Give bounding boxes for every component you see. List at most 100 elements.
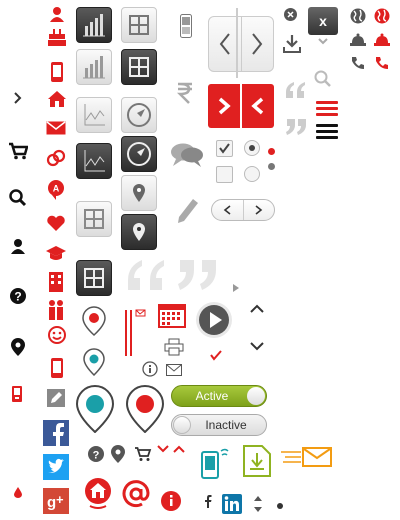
line-chart-button[interactable]	[76, 143, 112, 179]
mobile-icon[interactable]	[51, 62, 63, 82]
chevron-right-icon[interactable]	[208, 84, 242, 128]
mail-fast-icon[interactable]	[281, 446, 333, 468]
facebook-icon[interactable]	[43, 420, 69, 446]
svg-text:g: g	[47, 494, 56, 511]
bar-chart-button[interactable]	[76, 7, 112, 43]
chat-icon[interactable]	[170, 142, 204, 168]
globe-icon[interactable]	[350, 8, 366, 24]
radio-unchecked[interactable]	[244, 166, 260, 182]
map-pin-icon[interactable]	[11, 338, 25, 356]
help-icon[interactable]: ?	[10, 288, 26, 304]
globe-icon[interactable]	[374, 8, 390, 24]
download-icon[interactable]	[283, 34, 301, 54]
heart-icon[interactable]	[46, 214, 66, 232]
info-icon[interactable]	[160, 490, 182, 512]
google-plus-icon[interactable]: g +	[43, 488, 69, 514]
phone-icon[interactable]	[12, 386, 22, 402]
pencil-icon[interactable]	[177, 198, 199, 224]
user-icon[interactable]	[49, 6, 65, 22]
map-pin-button[interactable]	[121, 175, 157, 211]
people-icon[interactable]	[47, 300, 65, 320]
menu-icon[interactable]	[314, 101, 340, 123]
rupee-icon[interactable]	[176, 82, 194, 104]
at-sign-icon[interactable]	[122, 480, 150, 508]
search-info-icon[interactable]	[9, 189, 27, 207]
mail-icon[interactable]	[46, 121, 66, 135]
grid-button[interactable]	[121, 49, 157, 85]
map-pin-icon[interactable]	[82, 306, 106, 336]
compass-icon	[127, 103, 151, 127]
toggle-inactive[interactable]: Inactive	[171, 414, 267, 436]
link-icon[interactable]	[46, 148, 66, 168]
compass-button[interactable]	[121, 97, 157, 133]
group-icon[interactable]: A	[47, 180, 65, 200]
cake-icon[interactable]	[47, 26, 67, 46]
chevron-left-icon[interactable]	[212, 200, 244, 220]
phone-icon[interactable]	[375, 56, 389, 70]
menu-icon[interactable]	[314, 124, 340, 144]
drop-icon[interactable]	[14, 487, 22, 498]
twitter-icon[interactable]	[43, 454, 69, 480]
toggle-inactive-label: Inactive	[205, 418, 247, 432]
scroll-stepper[interactable]	[253, 494, 263, 514]
grid-button[interactable]	[76, 201, 112, 237]
home-icon[interactable]	[47, 90, 67, 108]
smiley-icon[interactable]	[48, 326, 66, 344]
grid-button[interactable]	[76, 260, 112, 296]
home-icon[interactable]	[84, 477, 112, 509]
user-icon[interactable]	[10, 238, 26, 254]
radio-checked[interactable]	[244, 140, 260, 156]
cart-icon[interactable]	[134, 446, 152, 462]
compass-button[interactable]	[121, 136, 157, 172]
linkedin-icon[interactable]	[222, 494, 242, 514]
checkbox-checked[interactable]	[216, 140, 233, 157]
calendar-icon[interactable]	[158, 302, 186, 328]
download-file-icon[interactable]	[242, 445, 272, 477]
pager-red	[208, 84, 274, 128]
close-icon[interactable]	[284, 8, 297, 21]
phone-icon[interactable]	[180, 14, 192, 38]
map-pin-button[interactable]	[121, 214, 157, 250]
chevron-down-icon[interactable]	[156, 444, 170, 454]
bell-icon[interactable]	[374, 33, 390, 47]
mail-icon[interactable]	[166, 364, 182, 376]
line-chart-button[interactable]	[76, 97, 112, 133]
print-icon[interactable]	[164, 338, 184, 356]
grid-button[interactable]	[121, 7, 157, 43]
mobile-icon[interactable]	[51, 358, 63, 378]
vertical-scroll-marker[interactable]	[124, 308, 146, 358]
info-icon[interactable]	[142, 361, 158, 377]
checkmark-icon[interactable]	[209, 349, 223, 361]
chevron-left-icon[interactable]	[242, 84, 274, 128]
chevron-down-icon[interactable]	[317, 37, 329, 45]
search-icon[interactable]	[314, 70, 332, 88]
play-small-icon[interactable]	[232, 283, 240, 293]
play-button[interactable]	[196, 302, 232, 338]
mobile-signal-icon[interactable]	[200, 446, 230, 480]
chevron-right-icon[interactable]	[241, 17, 273, 71]
building-icon[interactable]	[49, 272, 63, 292]
cart-icon[interactable]	[8, 142, 28, 160]
map-pin-icon[interactable]	[83, 348, 105, 376]
map-pin-icon[interactable]	[76, 385, 114, 433]
bell-icon[interactable]	[350, 33, 366, 47]
toggle-active[interactable]: Active	[171, 385, 267, 407]
map-pin-icon[interactable]	[126, 385, 164, 433]
chevron-up-icon[interactable]	[249, 303, 265, 315]
close-button[interactable]: x	[308, 7, 338, 35]
quote-icon	[284, 118, 308, 136]
chevron-right-icon[interactable]	[12, 91, 24, 105]
divider	[236, 8, 238, 78]
map-pin-icon[interactable]	[110, 444, 126, 464]
chevron-up-icon[interactable]	[172, 444, 186, 454]
facebook-small-icon[interactable]	[204, 494, 212, 508]
edit-icon[interactable]	[47, 389, 65, 407]
chevron-right-icon[interactable]	[243, 200, 274, 220]
bar-chart-button[interactable]	[76, 49, 112, 85]
help-icon[interactable]: ?	[88, 446, 104, 462]
checkbox-unchecked[interactable]	[216, 166, 233, 183]
phone-icon[interactable]	[351, 56, 365, 70]
chevron-down-icon[interactable]	[249, 340, 265, 352]
close-label: x	[319, 13, 327, 29]
graduation-icon[interactable]	[46, 245, 66, 261]
